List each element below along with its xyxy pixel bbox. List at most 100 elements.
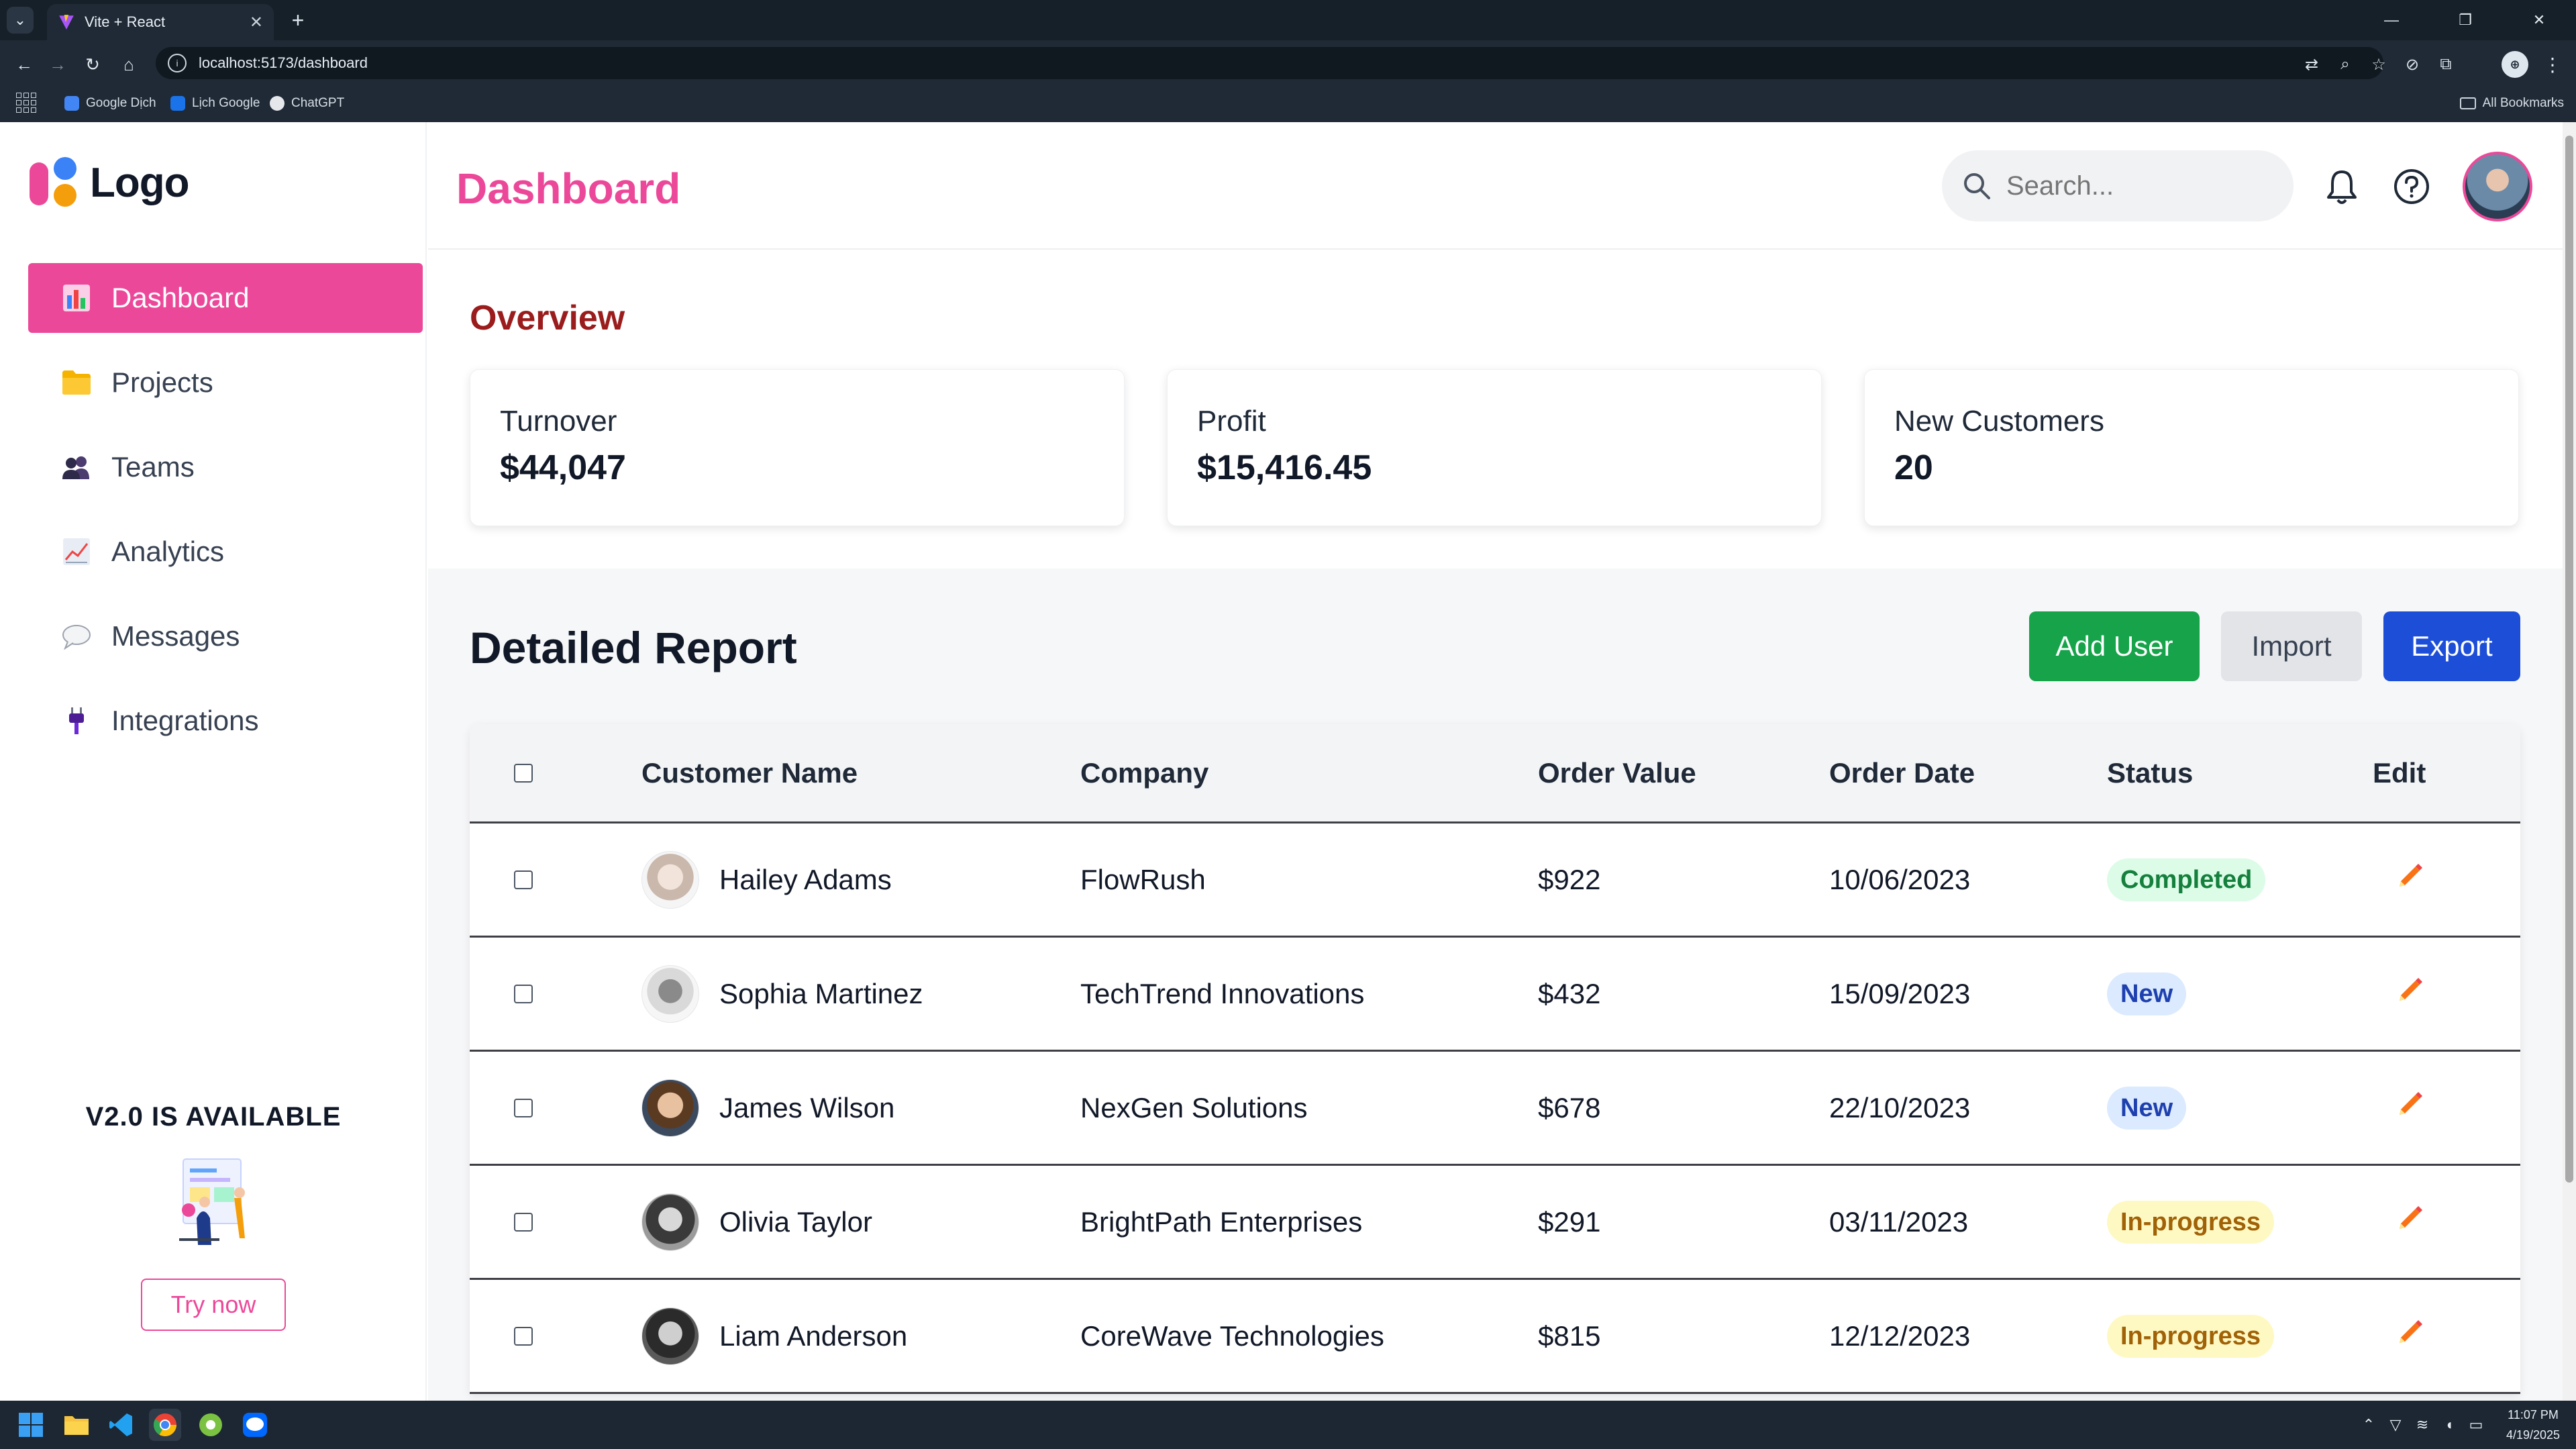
sidebar-item-analytics[interactable]: Analytics — [28, 517, 423, 587]
reload-icon[interactable]: ↻ — [78, 50, 107, 79]
page-scrollbar[interactable] — [2563, 122, 2576, 1401]
row-checkbox[interactable] — [514, 1212, 533, 1232]
help-icon[interactable] — [2391, 166, 2432, 207]
logo-text: Logo — [90, 159, 189, 206]
battery-icon[interactable]: ▭ — [2463, 1416, 2489, 1434]
export-button[interactable]: Export — [2383, 611, 2520, 681]
main-content: Dashboard Search... Overview Turnover $4… — [428, 122, 2563, 1401]
edit-pencil-icon[interactable] — [2394, 975, 2425, 1013]
bookmark-star-icon[interactable]: ☆ — [2362, 55, 2395, 74]
avatar — [641, 1193, 699, 1251]
column-header-customer[interactable]: Customer Name — [641, 757, 858, 789]
row-checkbox[interactable] — [514, 984, 533, 1003]
user-avatar[interactable] — [2463, 152, 2532, 221]
edit-pencil-icon[interactable] — [2394, 1089, 2425, 1127]
avatar — [641, 1079, 699, 1137]
speech-bubble-icon — [60, 620, 93, 652]
column-header-status[interactable]: Status — [2107, 757, 2193, 789]
site-info-icon[interactable]: i — [168, 54, 187, 72]
try-now-button[interactable]: Try now — [141, 1279, 286, 1331]
new-tab-button[interactable]: + — [285, 7, 311, 34]
minimize-button[interactable]: — — [2355, 0, 2428, 40]
bookmark-google-calendar[interactable]: Lịch Google — [170, 91, 260, 115]
zoom-icon[interactable]: ⌕ — [2328, 55, 2362, 74]
scrollbar-thumb[interactable] — [2565, 136, 2573, 1183]
column-header-order-value[interactable]: Order Value — [1538, 757, 1696, 789]
order-value-cell: $291 — [1538, 1205, 1601, 1238]
column-header-order-date[interactable]: Order Date — [1829, 757, 1975, 789]
stat-value: $44,047 — [500, 448, 626, 487]
sidebar-item-messages[interactable]: Messages — [28, 601, 423, 671]
column-header-edit: Edit — [2373, 756, 2426, 789]
search-box[interactable] — [1942, 150, 2294, 221]
customer-name: Hailey Adams — [719, 863, 892, 895]
page-title: Dashboard — [456, 164, 681, 213]
sidebar-item-integrations[interactable]: Integrations — [28, 686, 423, 756]
translate-icon[interactable]: ⇄ — [2295, 55, 2328, 74]
edit-pencil-icon[interactable] — [2394, 861, 2425, 899]
clock-time: 11:07 PM — [2508, 1408, 2559, 1421]
edit-pencil-icon[interactable] — [2394, 1317, 2425, 1355]
order-value-cell: $922 — [1538, 863, 1601, 895]
report-table: Customer Name Company Order Value Order … — [470, 724, 2520, 1394]
table-row: Liam Anderson CoreWave Technologies $815… — [470, 1280, 2520, 1394]
wifi-icon[interactable]: ≋ — [2409, 1416, 2436, 1434]
company-cell: NexGen Solutions — [1080, 1091, 1308, 1123]
status-cell: New — [2107, 1086, 2187, 1130]
chrome-icon[interactable] — [149, 1409, 181, 1441]
row-checkbox[interactable] — [514, 1098, 533, 1117]
logo[interactable]: Logo — [30, 156, 189, 209]
close-window-button[interactable]: ✕ — [2502, 0, 2576, 40]
order-date-cell: 03/11/2023 — [1829, 1205, 1969, 1238]
back-icon[interactable]: ← — [9, 50, 39, 79]
chrome-alt-icon[interactable] — [195, 1409, 227, 1441]
volume-icon[interactable]: ◖ — [2436, 1416, 2463, 1434]
zalo-icon[interactable] — [239, 1409, 271, 1441]
restore-button[interactable]: ❐ — [2428, 0, 2502, 40]
search-input[interactable] — [2006, 170, 2275, 201]
sidebar-item-label: Integrations — [111, 705, 259, 736]
status-badge: New — [2107, 1086, 2187, 1130]
sidebar-item-projects[interactable]: Projects — [28, 348, 423, 417]
order-date-cell: 10/06/2023 — [1829, 863, 1971, 895]
extensions-icon[interactable]: ⧉ — [2429, 55, 2463, 74]
table-row: Hailey Adams FlowRush $922 10/06/2023 Co… — [470, 823, 2520, 938]
column-header-company[interactable]: Company — [1080, 757, 1208, 789]
status-cell: New — [2107, 972, 2187, 1015]
taskbar-clock[interactable]: 11:07 PM 4/19/2025 — [2496, 1405, 2570, 1445]
sidebar-item-dashboard[interactable]: Dashboard — [28, 263, 423, 333]
performance-icon[interactable]: ⊘ — [2395, 55, 2429, 74]
browser-menu-icon[interactable]: ⋮ — [2540, 51, 2565, 78]
vscode-icon[interactable] — [105, 1409, 137, 1441]
edit-pencil-icon[interactable] — [2394, 1203, 2425, 1241]
select-all-checkbox[interactable] — [514, 763, 533, 783]
apps-grid-icon[interactable] — [16, 93, 36, 113]
windows-start-icon[interactable] — [15, 1409, 47, 1441]
all-bookmarks[interactable]: All Bookmarks — [2459, 91, 2564, 115]
status-badge: New — [2107, 972, 2187, 1015]
sidebar-item-teams[interactable]: Teams — [28, 432, 423, 502]
customer-name: Olivia Taylor — [719, 1205, 872, 1238]
top-bar: Dashboard — [428, 122, 2563, 250]
tray-vite-icon[interactable]: ▽ — [2382, 1416, 2409, 1434]
notification-bell-icon[interactable] — [2322, 166, 2362, 207]
browser-tab[interactable]: Vite + React ✕ — [47, 4, 274, 40]
bookmark-chatgpt[interactable]: ChatGPT — [270, 91, 344, 115]
bookmark-google-translate[interactable]: Google Dịch — [64, 91, 156, 115]
import-button[interactable]: Import — [2221, 611, 2362, 681]
tray-expand-icon[interactable]: ⌃ — [2355, 1416, 2382, 1434]
add-user-button[interactable]: Add User — [2029, 611, 2200, 681]
address-bar[interactable]: i localhost:5173/dashboard — [156, 47, 2383, 79]
file-explorer-icon[interactable] — [60, 1409, 93, 1441]
browser-profile-icon[interactable]: ⊕ — [2502, 51, 2528, 78]
order-value-cell: $432 — [1538, 977, 1601, 1009]
close-tab-icon[interactable]: ✕ — [250, 13, 263, 32]
home-icon[interactable]: ⌂ — [114, 50, 144, 79]
tab-search-button[interactable]: ⌄ — [7, 7, 34, 34]
row-checkbox[interactable] — [514, 1326, 533, 1346]
status-cell: In-progress — [2107, 1200, 2275, 1244]
customer-cell: Hailey Adams — [641, 850, 892, 909]
order-value-cell: $815 — [1538, 1319, 1601, 1352]
row-checkbox[interactable] — [514, 870, 533, 889]
forward-icon[interactable]: → — [43, 50, 72, 79]
